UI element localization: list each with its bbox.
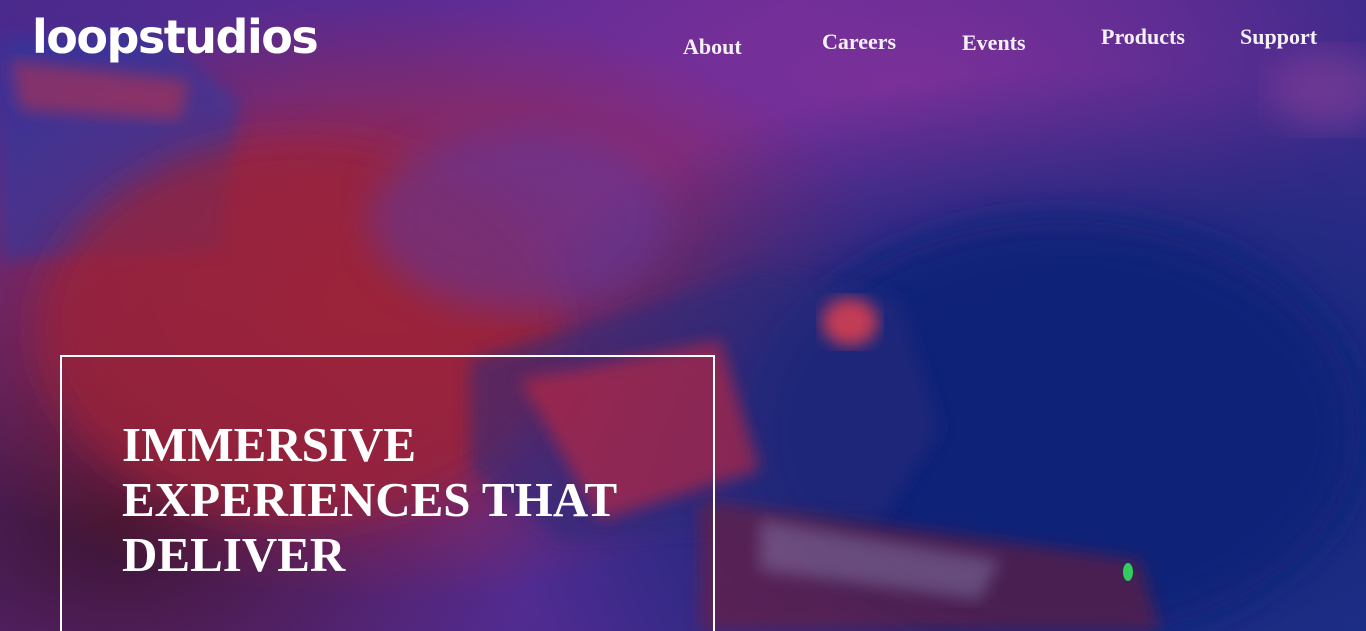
- hero-headline: IMMERSIVE EXPERIENCES THAT DELIVER: [122, 417, 617, 582]
- hero-section: loopstudios About Careers Events Product…: [0, 0, 1366, 631]
- nav-events-link[interactable]: Events: [962, 30, 1026, 56]
- nav-support-link[interactable]: Support: [1240, 24, 1317, 50]
- brand-logo[interactable]: loopstudios: [32, 8, 319, 66]
- nav-careers-link[interactable]: Careers: [822, 29, 896, 55]
- nav-about-link[interactable]: About: [683, 34, 742, 60]
- hero-headline-box: IMMERSIVE EXPERIENCES THAT DELIVER: [60, 355, 715, 631]
- nav-products-link[interactable]: Products: [1101, 24, 1185, 50]
